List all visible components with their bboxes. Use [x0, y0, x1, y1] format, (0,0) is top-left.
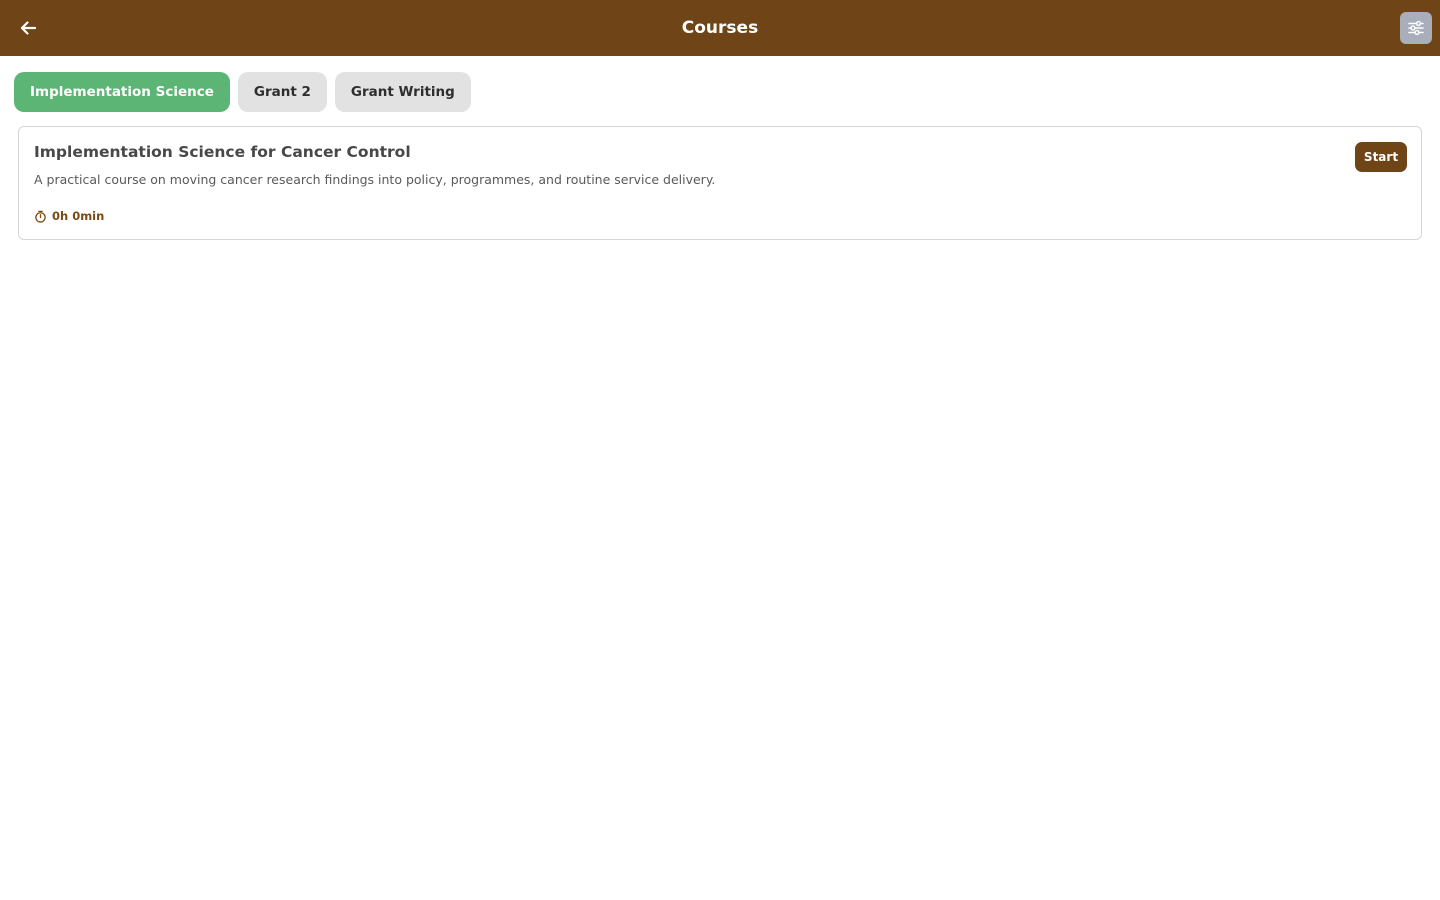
course-description: A practical course on moving cancer rese…	[34, 172, 716, 187]
course-title: Implementation Science for Cancer Contro…	[34, 143, 411, 161]
duration-text: 0h 0min	[52, 209, 105, 223]
stopwatch-icon	[35, 210, 46, 223]
arrow-left-icon	[20, 21, 37, 35]
tab-grant-2[interactable]: Grant 2	[237, 72, 327, 112]
category-tabs: Implementation Science Grant 2 Grant Wri…	[14, 72, 471, 112]
page-title: Courses	[681, 18, 759, 38]
app-bar: Courses	[0, 0, 1440, 56]
tab-grant-writing[interactable]: Grant Writing	[334, 72, 471, 112]
back-button[interactable]	[14, 14, 42, 42]
tab-implementation-science[interactable]: Implementation Science	[14, 72, 230, 112]
sliders-icon	[1408, 20, 1424, 36]
course-card[interactable]: Implementation Science for Cancer Contro…	[18, 126, 1422, 240]
start-button[interactable]: Start	[1355, 142, 1407, 172]
course-duration: 0h 0min	[34, 209, 104, 223]
filter-button[interactable]	[1400, 12, 1432, 44]
